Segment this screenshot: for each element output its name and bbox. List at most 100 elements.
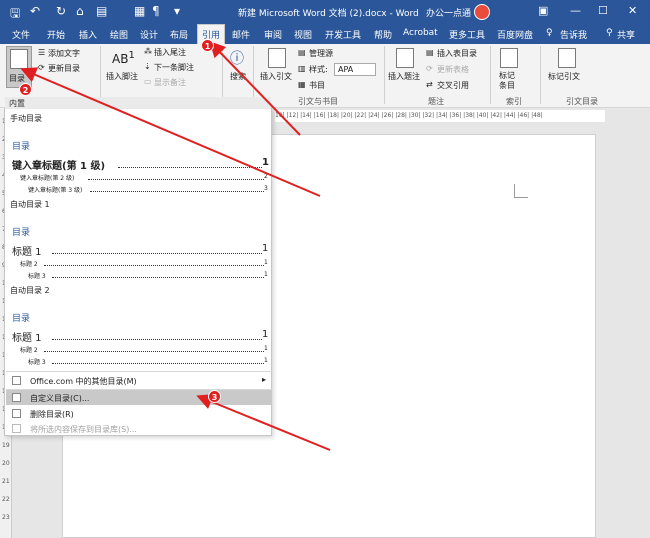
page-number: 1 — [262, 157, 269, 168]
tab-more-tools[interactable]: 更多工具 — [449, 28, 485, 41]
toc-h3: 标题 3 — [28, 273, 46, 280]
tab-design[interactable]: 设计 — [140, 28, 158, 41]
add-text-button[interactable]: 添加文字 — [48, 48, 80, 59]
insert-endnote-button[interactable]: 插入尾注 — [154, 47, 186, 58]
maximize-icon[interactable]: ☐ — [598, 4, 608, 17]
separator — [222, 46, 223, 104]
share-button[interactable]: 共享 — [617, 28, 635, 41]
next-footnote-icon: ⇣ — [144, 62, 151, 71]
toc-h2: 标题 2 — [20, 347, 38, 354]
manage-sources-button[interactable]: 管理源 — [309, 48, 333, 59]
search-button[interactable]: 搜索 — [230, 71, 246, 82]
paragraph-icon[interactable]: ¶ — [152, 4, 160, 18]
save-icon[interactable]: 🖫 — [10, 4, 20, 25]
page-number: 1 — [262, 329, 269, 340]
show-notes-icon: ▭ — [144, 77, 152, 86]
update-toc-button[interactable]: 更新目录 — [48, 63, 80, 74]
tab-developer[interactable]: 开发工具 — [325, 28, 361, 41]
save-gallery-icon — [12, 424, 21, 433]
horizontal-ruler[interactable]: 10| |12| |14| |16| |18| |20| |22| |24| |… — [275, 110, 605, 122]
manage-sources-icon: ▤ — [298, 48, 306, 57]
vruler-mark: 19 — [2, 442, 10, 449]
menu-remove-toc[interactable]: 删除目录(R) — [6, 406, 272, 421]
page-number: 1 — [264, 259, 268, 266]
show-notes-button[interactable]: 显示备注 — [154, 77, 186, 88]
separator — [100, 46, 101, 104]
insert-footnote-button[interactable]: 插入脚注 — [106, 71, 138, 82]
paste-icon[interactable]: ▤ — [96, 4, 107, 18]
ribbon-options-icon[interactable]: ▣ — [538, 4, 548, 17]
next-footnote-button[interactable]: 下一条脚注 — [154, 62, 194, 73]
tab-draw[interactable]: 绘图 — [110, 28, 128, 41]
table-icon[interactable]: ▦ — [134, 4, 145, 18]
tab-file[interactable]: 文件 — [12, 28, 30, 41]
insert-citation-button[interactable]: 插入引文 — [260, 71, 292, 82]
tab-home[interactable]: 开始 — [47, 28, 65, 41]
step-badge-3: 3 — [208, 390, 221, 403]
separator — [540, 46, 541, 104]
insert-citation-icon — [268, 48, 286, 68]
page-number: 2 — [264, 173, 268, 180]
lightbulb-icon[interactable]: ♀ — [546, 28, 553, 38]
tab-help[interactable]: 帮助 — [374, 28, 392, 41]
page-margin-mark — [514, 184, 528, 198]
separator — [490, 46, 491, 104]
tab-layout[interactable]: 布局 — [170, 28, 188, 41]
document-title: 新建 Microsoft Word 文档 (2).docx - Word — [238, 9, 419, 19]
tab-review[interactable]: 审阅 — [264, 28, 282, 41]
insert-endnote-icon: ⁂ — [144, 47, 152, 56]
update-table-button[interactable]: 更新表格 — [437, 64, 469, 75]
tab-baidu-netdisk[interactable]: 百度网盘 — [497, 28, 533, 41]
insert-table-of-figures-button[interactable]: 插入表目录 — [437, 48, 477, 59]
group-label-toa: 引文目录 — [566, 97, 598, 106]
leader — [52, 363, 264, 364]
ribbon-tabs: 文件 开始 插入 绘图 设计 布局 引用 邮件 审阅 视图 开发工具 帮助 Ac… — [0, 24, 650, 44]
table-of-figures-icon: ▤ — [426, 48, 434, 57]
close-icon[interactable]: ✕ — [628, 4, 637, 17]
menu-save-to-gallery[interactable]: 将所选内容保存到目录库(S)... — [6, 421, 272, 436]
bibliography-button[interactable]: 书目 — [309, 80, 325, 91]
manual-toc-label: 手动目录 — [10, 114, 42, 123]
menu-custom-toc[interactable]: 自定义目录(C)... — [6, 390, 272, 405]
tab-acrobat[interactable]: Acrobat — [403, 28, 438, 38]
avatar[interactable] — [474, 4, 490, 20]
mark-entry-button[interactable]: 标记条目 — [499, 71, 519, 91]
auto-toc-2-option[interactable]: 目录 标题 1 1 标题 2 1 标题 3 1 — [6, 305, 272, 369]
menu-more-toc-office[interactable]: Office.com 中的其他目录(M) ▸ — [6, 373, 272, 388]
tab-insert[interactable]: 插入 — [79, 28, 97, 41]
toc-level2: 键入章标题(第 2 级) — [20, 175, 75, 182]
mark-entry-icon — [500, 48, 518, 68]
undo-icon[interactable]: ↶ — [30, 4, 40, 18]
toc-dropdown: 内置 手动目录 目录 键入章标题(第 1 级) 1 键入章标题(第 2 级) 2… — [4, 97, 272, 436]
title-bar: 🖫 ↶ ↻ ⌂ ▤ ▦ ¶ ▾ 新建 Microsoft Word 文档 (2)… — [0, 0, 650, 24]
redo-icon[interactable]: ↻ — [56, 4, 66, 18]
auto-toc-1-option[interactable]: 目录 标题 1 1 标题 2 1 标题 3 1 — [6, 219, 272, 283]
cross-reference-button[interactable]: 交叉引用 — [437, 80, 469, 91]
manual-toc-option[interactable]: 目录 键入章标题(第 1 级) 1 键入章标题(第 2 级) 2 键入章标题(第… — [6, 135, 272, 199]
group-label-citations: 引文与书目 — [298, 97, 338, 106]
auto-toc-1-label: 自动目录 1 — [10, 200, 50, 209]
vruler-mark: 20 — [2, 460, 10, 467]
toc-h2: 标题 2 — [20, 261, 38, 268]
style-icon: ▥ — [298, 64, 306, 73]
toc-heading: 目录 — [12, 228, 31, 238]
customize-icon[interactable]: ▾ — [174, 4, 180, 18]
minimize-icon[interactable]: — — [570, 4, 581, 17]
toc-button[interactable]: 目录 — [6, 46, 32, 88]
leader — [52, 339, 262, 340]
remove-toc-icon — [12, 409, 21, 418]
insert-caption-button[interactable]: 插入题注 — [388, 71, 420, 82]
tab-view[interactable]: 视图 — [294, 28, 312, 41]
share-icon[interactable]: ⚲ — [606, 28, 613, 38]
style-select[interactable]: APA — [334, 63, 376, 76]
footnote-icon: AB1 — [112, 50, 135, 66]
add-text-icon: ☰ — [38, 48, 46, 57]
user-name[interactable]: 办公一点通 — [426, 6, 471, 19]
auto-toc-2-label: 自动目录 2 — [10, 286, 50, 295]
mark-citation-button[interactable]: 标记引文 — [548, 71, 580, 82]
tab-mailings[interactable]: 邮件 — [232, 28, 250, 41]
format-painter-icon[interactable]: ⌂ — [76, 4, 84, 18]
tell-me-input[interactable]: 告诉我 — [560, 28, 587, 41]
submenu-arrow-icon: ▸ — [262, 375, 267, 384]
leader — [44, 265, 264, 266]
